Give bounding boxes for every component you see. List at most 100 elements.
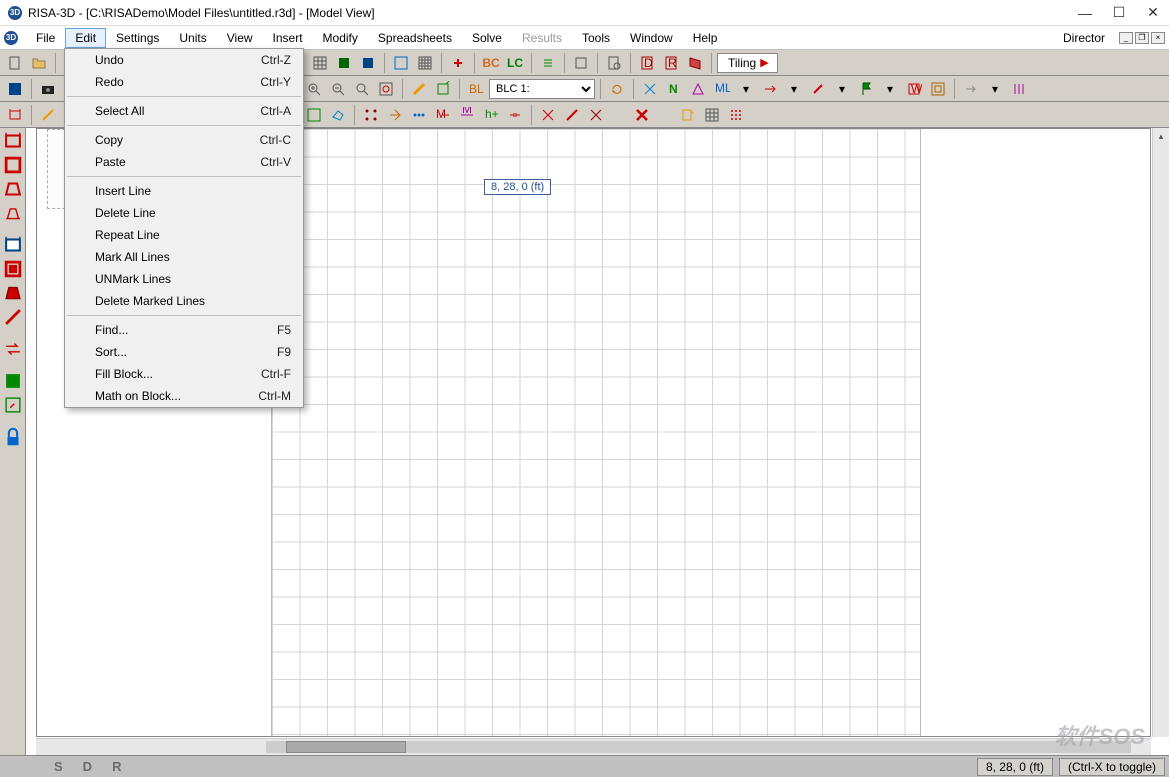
print-preview-icon[interactable] xyxy=(603,52,625,74)
toolbar-icon[interactable] xyxy=(537,52,559,74)
menu-item-find[interactable]: Find...F5 xyxy=(65,319,303,341)
bl-icon[interactable]: BL xyxy=(465,78,487,100)
menu-item-repeat-line[interactable]: Repeat Line xyxy=(65,224,303,246)
x-green-icon[interactable] xyxy=(585,104,607,126)
menu-tools[interactable]: Tools xyxy=(572,28,620,48)
support-icon[interactable] xyxy=(2,130,24,152)
menu-modify[interactable]: Modify xyxy=(313,28,368,48)
toolbar-icon[interactable] xyxy=(570,52,592,74)
grid-icon[interactable] xyxy=(701,104,723,126)
pinned-icon[interactable] xyxy=(2,202,24,224)
new-icon[interactable] xyxy=(4,52,26,74)
select-mode-icon[interactable] xyxy=(4,104,26,126)
tiling-button[interactable]: Tiling▶ xyxy=(717,53,778,73)
menu-help[interactable]: Help xyxy=(683,28,728,48)
menu-settings[interactable]: Settings xyxy=(106,28,169,48)
target-icon[interactable] xyxy=(927,78,949,100)
refresh-icon[interactable] xyxy=(606,78,628,100)
menu-view[interactable]: View xyxy=(217,28,263,48)
menu-item-sort[interactable]: Sort...F9 xyxy=(65,341,303,363)
slash-icon[interactable] xyxy=(807,78,829,100)
menu-item-undo[interactable]: UndoCtrl-Z xyxy=(65,49,303,71)
box-blue-icon[interactable] xyxy=(2,258,24,280)
mdi-close-icon[interactable]: × xyxy=(1151,32,1165,44)
vertical-scrollbar[interactable]: ▴ xyxy=(1152,128,1169,737)
blc-select[interactable]: BLC 1: xyxy=(489,79,595,99)
swap-icon[interactable] xyxy=(2,338,24,360)
menu-item-math-on-block[interactable]: Math on Block...Ctrl-M xyxy=(65,385,303,407)
select-poly-icon[interactable] xyxy=(327,104,349,126)
node-icon[interactable] xyxy=(360,104,382,126)
menu-insert[interactable]: Insert xyxy=(263,28,313,48)
table-icon[interactable] xyxy=(414,52,436,74)
menu-item-copy[interactable]: CopyCtrl-C xyxy=(65,129,303,151)
delete-icon[interactable] xyxy=(631,104,653,126)
menu-results[interactable]: Results xyxy=(512,28,572,48)
lock-icon[interactable] xyxy=(2,426,24,448)
camera-icon[interactable] xyxy=(37,78,59,100)
menu-units[interactable]: Units xyxy=(169,28,216,48)
menu-item-select-all[interactable]: Select AllCtrl-A xyxy=(65,100,303,122)
menu-item-paste[interactable]: PasteCtrl-V xyxy=(65,151,303,173)
app-menu-icon[interactable]: 3D xyxy=(4,31,18,45)
menu-item-delete-line[interactable]: Delete Line xyxy=(65,202,303,224)
select-box-icon[interactable] xyxy=(303,104,325,126)
n-icon[interactable]: N xyxy=(663,78,685,100)
menu-item-fill-block[interactable]: Fill Block...Ctrl-F xyxy=(65,363,303,385)
book-icon[interactable] xyxy=(684,52,706,74)
modify-icon[interactable] xyxy=(384,104,406,126)
member-icon[interactable]: M xyxy=(432,104,454,126)
menu-item-insert-line[interactable]: Insert Line xyxy=(65,180,303,202)
director-menu[interactable]: Director xyxy=(1055,28,1113,48)
edit-icon[interactable] xyxy=(677,104,699,126)
line-icon[interactable] xyxy=(561,104,583,126)
r-icon[interactable]: R xyxy=(660,52,682,74)
menu-window[interactable]: Window xyxy=(620,28,683,48)
break-icon[interactable]: h+d xyxy=(480,104,502,126)
menu-item-mark-all-lines[interactable]: Mark All Lines xyxy=(65,246,303,268)
line-tool-icon[interactable] xyxy=(37,104,59,126)
fixed-icon[interactable] xyxy=(2,234,24,256)
toolbar-icon[interactable] xyxy=(357,52,379,74)
arrow-right-icon[interactable] xyxy=(960,78,982,100)
zoom-extents-icon[interactable] xyxy=(375,78,397,100)
toolbar-icon[interactable] xyxy=(390,52,412,74)
toolbar-icon[interactable] xyxy=(333,52,355,74)
mdi-restore-icon[interactable]: ❐ xyxy=(1135,32,1149,44)
arrow-icon[interactable] xyxy=(759,78,781,100)
grid-dots-icon[interactable] xyxy=(725,104,747,126)
dropdown-icon[interactable]: ▾ xyxy=(735,78,757,100)
maximize-button[interactable]: ☐ xyxy=(1111,5,1127,21)
mod-member-icon[interactable]: M xyxy=(456,104,478,126)
minimize-button[interactable]: — xyxy=(1077,5,1093,21)
dropdown-icon[interactable]: ▾ xyxy=(984,78,1006,100)
trapezoid-icon[interactable] xyxy=(2,178,24,200)
dropdown-icon[interactable]: ▾ xyxy=(783,78,805,100)
zoom-out-icon[interactable] xyxy=(327,78,349,100)
dropdown-icon[interactable]: ▾ xyxy=(879,78,901,100)
mdi-minimize-icon[interactable]: _ xyxy=(1119,32,1133,44)
box-red-icon[interactable] xyxy=(2,154,24,176)
zoom-in-icon[interactable] xyxy=(303,78,325,100)
menu-edit[interactable]: Edit xyxy=(65,28,106,48)
view-icon[interactable] xyxy=(4,78,26,100)
drawing-grid[interactable] xyxy=(271,129,921,736)
zoom-window-icon[interactable] xyxy=(351,78,373,100)
w-icon[interactable]: W xyxy=(903,78,925,100)
close-button[interactable]: ✕ xyxy=(1145,5,1161,21)
cross-icon[interactable] xyxy=(537,104,559,126)
menu-spreadsheets[interactable]: Spreadsheets xyxy=(368,28,462,48)
menu-item-unmark-lines[interactable]: UNMark Lines xyxy=(65,268,303,290)
flag-icon[interactable] xyxy=(855,78,877,100)
nodes-icon[interactable] xyxy=(408,104,430,126)
green-box-icon[interactable] xyxy=(2,370,24,392)
triangle-icon[interactable] xyxy=(687,78,709,100)
load-icon[interactable] xyxy=(639,78,661,100)
merge-icon[interactable] xyxy=(504,104,526,126)
green-tool-icon[interactable] xyxy=(2,394,24,416)
trap-fill-icon[interactable] xyxy=(2,282,24,304)
bars-icon[interactable] xyxy=(1008,78,1030,100)
menu-item-redo[interactable]: RedoCtrl-Y xyxy=(65,71,303,93)
lc-icon[interactable]: LC xyxy=(504,52,526,74)
draw-green-icon[interactable] xyxy=(432,78,454,100)
